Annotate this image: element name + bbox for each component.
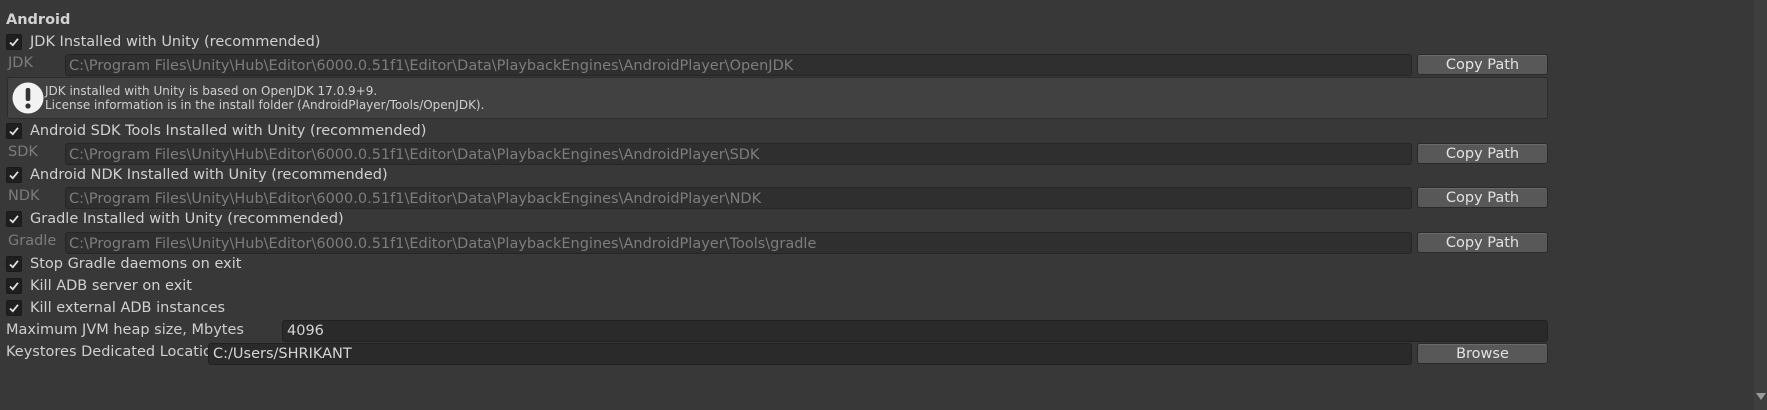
sdk-checkbox[interactable]	[6, 123, 22, 139]
gradle-checkbox-label: Gradle Installed with Unity (recommended…	[30, 211, 344, 227]
jdk-path-field[interactable]: C:\Program Files\Unity\Hub\Editor\6000.0…	[65, 54, 1412, 76]
stop-gradle-checkbox[interactable]	[6, 256, 22, 272]
jvm-heap-label: Maximum JVM heap size, Mbytes	[6, 322, 244, 338]
checkmark-icon	[9, 260, 19, 269]
ndk-checkbox[interactable]	[6, 167, 22, 183]
gradle-copy-path-button[interactable]: Copy Path	[1417, 232, 1548, 253]
kill-external-adb-row[interactable]: Kill external ADB instances	[6, 297, 225, 319]
ndk-checkbox-row[interactable]: Android NDK Installed with Unity (recomm…	[6, 164, 388, 186]
kill-external-adb-label: Kill external ADB instances	[30, 300, 226, 316]
sdk-checkbox-label: Android SDK Tools Installed with Unity (…	[30, 123, 427, 139]
gradle-checkbox[interactable]	[6, 211, 22, 227]
jdk-path-label: JDK	[8, 55, 33, 71]
sdk-copy-path-button[interactable]: Copy Path	[1417, 143, 1548, 164]
checkmark-icon	[9, 171, 19, 180]
stop-gradle-label: Stop Gradle daemons on exit	[30, 256, 242, 272]
vertical-scrollbar[interactable]	[1754, 0, 1767, 410]
checkmark-icon	[9, 282, 19, 291]
jdk-info-line1: JDK installed with Unity is based on Ope…	[45, 84, 378, 98]
jdk-info-line2: License information is in the install fo…	[45, 98, 485, 112]
jdk-info-box: JDK installed with Unity is based on Ope…	[7, 77, 1548, 119]
keystores-label: Keystores Dedicated Location	[6, 344, 222, 360]
kill-adb-checkbox[interactable]	[6, 278, 22, 294]
ndk-path-label: NDK	[8, 188, 40, 204]
kill-adb-label: Kill ADB server on exit	[30, 278, 192, 294]
jdk-copy-path-button[interactable]: Copy Path	[1417, 54, 1548, 75]
jdk-checkbox[interactable]	[6, 34, 22, 50]
gradle-checkbox-row[interactable]: Gradle Installed with Unity (recommended…	[6, 208, 344, 230]
checkmark-icon	[9, 127, 19, 136]
gradle-path-label: Gradle	[8, 233, 57, 249]
checkmark-icon	[9, 304, 19, 313]
gradle-path-field[interactable]: C:\Program Files\Unity\Hub\Editor\6000.0…	[65, 232, 1412, 254]
sdk-path-label: SDK	[8, 144, 38, 160]
keystores-input[interactable]: C:/Users/SHRIKANT	[208, 343, 1412, 365]
ndk-checkbox-label: Android NDK Installed with Unity (recomm…	[30, 167, 388, 183]
section-title: Android	[6, 12, 71, 28]
jdk-checkbox-row[interactable]: JDK Installed with Unity (recommended)	[6, 31, 320, 53]
sdk-checkbox-row[interactable]: Android SDK Tools Installed with Unity (…	[6, 120, 426, 142]
ndk-path-field[interactable]: C:\Program Files\Unity\Hub\Editor\6000.0…	[65, 187, 1412, 209]
jvm-heap-input[interactable]: 4096	[282, 320, 1548, 342]
sdk-path-field[interactable]: C:\Program Files\Unity\Hub\Editor\6000.0…	[65, 143, 1412, 165]
stop-gradle-row[interactable]: Stop Gradle daemons on exit	[6, 253, 241, 275]
kill-external-adb-checkbox[interactable]	[6, 300, 22, 316]
chevron-down-icon[interactable]	[1756, 393, 1766, 400]
warning-info-icon	[12, 82, 44, 114]
checkmark-icon	[9, 215, 19, 224]
kill-adb-row[interactable]: Kill ADB server on exit	[6, 275, 192, 297]
jdk-checkbox-label: JDK Installed with Unity (recommended)	[30, 34, 321, 50]
checkmark-icon	[9, 38, 19, 47]
ndk-copy-path-button[interactable]: Copy Path	[1417, 187, 1548, 208]
browse-button[interactable]: Browse	[1417, 343, 1548, 364]
